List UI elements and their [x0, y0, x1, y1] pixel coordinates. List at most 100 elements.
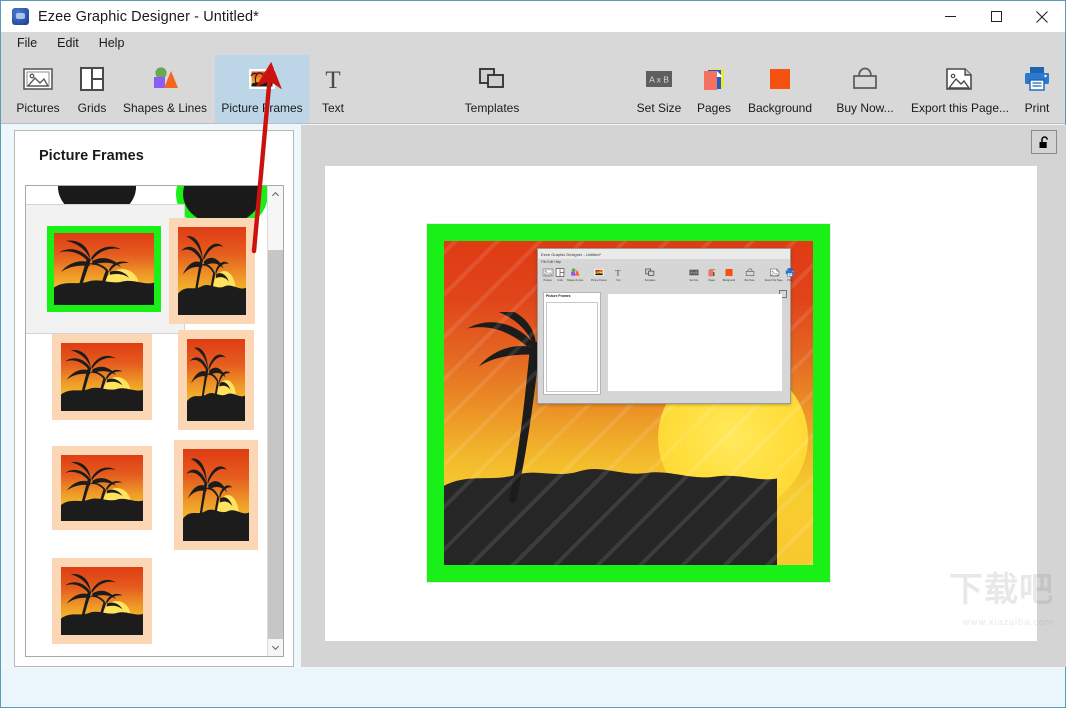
- toolbar-button-label: Pages: [696, 101, 732, 115]
- overlay-toolbar-label: Templates: [644, 279, 656, 282]
- frame-list-scrollbar[interactable]: [267, 186, 283, 656]
- toolbar-button-picture-frames[interactable]: Picture Frames: [215, 55, 309, 123]
- overlay-toolbar-button: Shapes & Lines: [566, 266, 584, 282]
- overlay-title-bar: Ezee Graphic Designer - Untitled*: [538, 249, 790, 259]
- chevron-up-icon[interactable]: [268, 186, 283, 203]
- overlay-toolbar-label: Export this Page...: [765, 279, 785, 282]
- panel-title: Picture Frames: [39, 148, 144, 164]
- set-size-icon: A x B: [642, 61, 676, 97]
- printer-icon: [1020, 61, 1054, 97]
- canvas-area: Ezee Graphic Designer - Untitled* File E…: [301, 125, 1066, 667]
- overlay-toolbar-label: Set Size: [689, 279, 699, 282]
- main-toolbar: Pictures Grids Shapes & Lines Picture Fr…: [1, 54, 1065, 124]
- overlay-toolbar-button: Templates: [644, 266, 656, 282]
- toolbar-button-label: Pictures: [16, 101, 60, 115]
- grid-icon: [75, 61, 109, 97]
- overlay-side-panel: Picture Frames: [543, 292, 601, 395]
- grid-icon: [554, 266, 566, 278]
- overlay-toolbar-label: Picture Frames: [590, 279, 607, 282]
- maximize-button[interactable]: [973, 1, 1019, 32]
- overlay-body: Picture Frames: [538, 289, 790, 403]
- overlay-toolbar-button: Pictures: [542, 266, 554, 282]
- toolbar-button-pages[interactable]: Pages: [691, 55, 737, 123]
- padlock-open-icon[interactable]: [1031, 130, 1057, 154]
- menu-edit[interactable]: Edit: [48, 33, 88, 53]
- frame-thumbnail-grid: [26, 186, 269, 656]
- menu-file[interactable]: File: [8, 33, 46, 53]
- thumb-frame: [52, 446, 152, 530]
- frame-thumbnail-frame-rect-peach-2[interactable]: [52, 446, 152, 530]
- application-window: Ezee Graphic Designer - Untitled* File E…: [0, 0, 1066, 708]
- frame-thumbnail-frame-rect-green[interactable]: [26, 204, 185, 334]
- window-controls: [927, 1, 1065, 32]
- toolbar-button-label: Text: [321, 101, 344, 115]
- toolbar-button-label: Print: [1024, 101, 1050, 115]
- overlay-toolbar: Pictures Grids Shapes & Lines Picture Fr…: [538, 265, 795, 290]
- toolbar-button-buy-now[interactable]: Buy Now...: [823, 55, 907, 123]
- overlay-toolbar-button: Background: [722, 266, 736, 282]
- templates-icon: [644, 266, 656, 278]
- shapes-lines-icon: [569, 266, 581, 278]
- toolbar-button-label: Templates: [464, 101, 520, 115]
- export-image-icon: [943, 61, 977, 97]
- thumb-image: [183, 449, 249, 541]
- frame-thumbnail-frame-rect-peach-3[interactable]: [52, 558, 152, 644]
- frame-thumbnail-frame-portrait-peach-1[interactable]: [169, 218, 255, 324]
- framed-artwork[interactable]: Ezee Graphic Designer - Untitled* File E…: [427, 224, 830, 582]
- toolbar-button-set-size[interactable]: A x B Set Size: [627, 55, 691, 123]
- overlay-panel-title: Picture Frames: [546, 294, 571, 298]
- toolbar-button-print[interactable]: Print: [1013, 55, 1061, 123]
- thumb-frame: [52, 334, 152, 420]
- toolbar-button-label: Picture Frames: [221, 101, 303, 115]
- picture-icon: [21, 61, 55, 97]
- shapes-lines-icon: [148, 61, 182, 97]
- artwork-image: Ezee Graphic Designer - Untitled* File E…: [444, 241, 813, 565]
- thumb-image: [61, 343, 143, 411]
- svg-text:A x B: A x B: [649, 75, 669, 85]
- toolbar-button-label: Background: [747, 101, 813, 115]
- toolbar-button-pictures[interactable]: Pictures: [7, 55, 69, 123]
- frame-thumbnail-frame-portrait-peach-3[interactable]: [174, 440, 258, 550]
- thumb-frame: [47, 226, 161, 312]
- site-watermark: 下载吧 www.xiazaiba.com: [949, 572, 1054, 641]
- pages-icon: [697, 61, 731, 97]
- menu-help[interactable]: Help: [90, 33, 134, 53]
- toolbar-button-shapes-lines[interactable]: Shapes & Lines: [115, 55, 215, 123]
- title-bar: Ezee Graphic Designer - Untitled*: [1, 1, 1065, 32]
- scrollbar-thumb[interactable]: [268, 250, 283, 639]
- set-size-icon: A x B: [688, 266, 700, 278]
- toolbar-button-label: Export this Page...: [910, 101, 1010, 115]
- frame-thumbnail-frame-rect-peach-1[interactable]: [52, 334, 152, 420]
- overlay-toolbar-label: Text: [615, 279, 621, 282]
- toolbar-button-templates[interactable]: Templates: [449, 55, 535, 123]
- toolbar-button-label: Set Size: [636, 101, 682, 115]
- overlay-toolbar-label: Shapes & Lines: [566, 279, 584, 282]
- overlay-toolbar-button: Picture Frames: [590, 266, 608, 282]
- overlay-toolbar-button: Print: [784, 266, 796, 282]
- toolbar-button-export-this-page[interactable]: Export this Page...: [907, 55, 1013, 123]
- watermark-url: www.xiazaiba.com: [962, 618, 1054, 628]
- picture-frame-icon: [593, 266, 605, 278]
- frame-thumbnail-frame-portrait-peach-2[interactable]: [178, 330, 254, 430]
- toolbar-button-label: Shapes & Lines: [122, 101, 208, 115]
- thumb-frame: [52, 558, 152, 644]
- thumb-image: [178, 227, 246, 315]
- frame-thumbnail-list: [25, 185, 284, 657]
- svg-text:T: T: [615, 267, 621, 277]
- toolbar-button-text[interactable]: T Text: [309, 55, 357, 123]
- chevron-down-icon[interactable]: [268, 639, 283, 656]
- picture-frame-icon: [245, 61, 279, 97]
- overlay-toolbar-button: Buy Now...: [744, 266, 756, 282]
- app-logo-icon: [12, 8, 29, 25]
- overlay-screenshot[interactable]: Ezee Graphic Designer - Untitled* File E…: [537, 248, 795, 404]
- close-button[interactable]: [1019, 1, 1065, 32]
- minimize-button[interactable]: [927, 1, 973, 32]
- templates-icon: [475, 61, 509, 97]
- toolbar-button-background[interactable]: Background: [737, 55, 823, 123]
- toolbar-button-grids[interactable]: Grids: [69, 55, 115, 123]
- document-page[interactable]: Ezee Graphic Designer - Untitled* File E…: [325, 166, 1037, 641]
- menu-bar: File Edit Help: [1, 32, 1065, 54]
- thumb-frame: [169, 218, 255, 324]
- overlay-toolbar-button: A x B Set Size: [688, 266, 700, 282]
- thumb-image: [187, 339, 245, 421]
